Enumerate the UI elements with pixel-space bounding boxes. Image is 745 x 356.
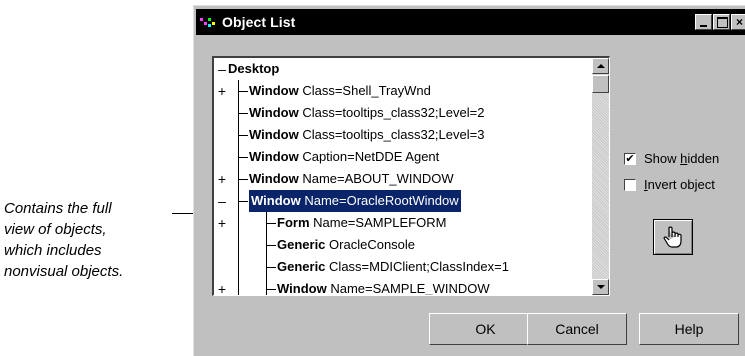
tree-scrollbar[interactable] [592, 58, 609, 295]
node-detail: Class=tooltips_class32;Level=3 [302, 127, 485, 142]
tree-connector [266, 245, 276, 246]
node-detail: Class=Shell_TrayWnd [302, 83, 431, 98]
tree-connector [238, 179, 248, 180]
tree-connector [238, 113, 248, 114]
invert-object-label: Invert object [644, 177, 715, 192]
node-type: Generic [277, 259, 326, 274]
object-tree[interactable]: – Desktop + Window Class=Shell_TrayWnd Win… [212, 56, 610, 296]
node-type: Form [277, 215, 310, 230]
expand-icon[interactable]: + [216, 80, 228, 102]
node-type: Window [249, 171, 299, 186]
label-part: idden [687, 151, 720, 166]
collapse-icon[interactable]: – [216, 190, 228, 212]
minimize-icon[interactable] [695, 14, 712, 30]
tree-node-label: Form Name=SAMPLEFORM [277, 212, 446, 234]
node-detail: Name=SAMPLE_WINDOW [330, 281, 490, 296]
tree-node-label: Window Class=tooltips_class32;Level=2 [249, 102, 484, 124]
node-type: Window [277, 281, 327, 296]
show-hidden-label: Show hidden [644, 151, 719, 166]
tree-node-label: Window Name=SAMPLE_WINDOW [277, 278, 490, 296]
help-button[interactable]: Help [639, 313, 739, 345]
node-type: Window [249, 149, 299, 164]
dialog-title: Object List [222, 14, 296, 30]
tree-node-label: Window Name=OracleRootWindow [248, 189, 462, 213]
node-detail: Name=OracleRootWindow [304, 193, 459, 208]
object-list-dialog: Object List × – Desktop + Window Class=Sh… [193, 5, 745, 356]
label-part: nvert object [647, 177, 715, 192]
show-hidden-option[interactable]: ✔ Show hidden [624, 151, 719, 166]
invert-object-checkbox[interactable] [624, 178, 636, 191]
scroll-thumb[interactable] [592, 75, 609, 93]
expand-icon[interactable]: + [216, 278, 228, 295]
close-icon[interactable]: × [731, 14, 745, 30]
node-type: Window [251, 193, 301, 208]
annotation-line: view of objects, [4, 221, 107, 238]
collapse-icon[interactable]: – [216, 58, 228, 80]
ok-button[interactable]: OK [429, 313, 542, 345]
node-type: Window [249, 83, 299, 98]
tree-connector [238, 135, 248, 136]
node-type: Generic [277, 237, 326, 252]
invert-object-option[interactable]: Invert object [624, 177, 715, 192]
tree-node-label: Window Class=Shell_TrayWnd [249, 80, 431, 102]
annotation-line: Contains the full [4, 200, 112, 217]
show-hidden-checkbox[interactable]: ✔ [624, 152, 636, 165]
tree-node-label: Window Caption=NetDDE Agent [249, 146, 439, 168]
expand-icon[interactable]: + [216, 168, 228, 190]
tree-connector [266, 289, 276, 290]
tree-connector [266, 267, 276, 268]
window-controls: × [694, 14, 745, 30]
tree-connector [266, 208, 267, 295]
annotation-callout: Contains the full view of objects, which… [4, 198, 179, 282]
cancel-button[interactable]: Cancel [527, 313, 627, 345]
hand-pointer-icon [663, 226, 682, 248]
tree-connector [238, 201, 248, 202]
maximize-icon[interactable] [713, 14, 730, 30]
node-detail: OracleConsole [329, 237, 416, 252]
scroll-up-icon[interactable] [592, 58, 609, 74]
object-list-icon [200, 16, 216, 28]
node-detail: Name=ABOUT_WINDOW [302, 171, 454, 186]
node-detail: Name=SAMPLEFORM [313, 215, 447, 230]
title-bar[interactable]: Object List × [196, 9, 745, 35]
node-detail: Caption=NetDDE Agent [302, 149, 440, 164]
tree-node-label: Generic OracleConsole [277, 234, 415, 256]
tree-node-label: Desktop [228, 61, 280, 76]
tree-connector [238, 157, 248, 158]
node-type: Window [249, 105, 299, 120]
annotation-line: which includes [4, 242, 102, 259]
pointer-select-button[interactable] [653, 219, 693, 255]
node-type: Window [249, 127, 299, 142]
annotation-line: nonvisual objects. [4, 263, 124, 280]
tree-node-label: Window Class=tooltips_class32;Level=3 [249, 124, 484, 146]
tree-node-label: Window Name=ABOUT_WINDOW [249, 168, 454, 190]
expand-icon[interactable]: + [216, 212, 228, 234]
tree-connector [238, 91, 248, 92]
label-part: Show [644, 151, 681, 166]
node-detail: Class=tooltips_class32;Level=2 [302, 105, 485, 120]
tree-node-desktop[interactable]: – Desktop [216, 58, 279, 80]
tree-connector [266, 223, 276, 224]
tree-node-label: Generic Class=MDIClient;ClassIndex=1 [277, 256, 509, 278]
node-detail: Class=MDIClient;ClassIndex=1 [329, 259, 509, 274]
scroll-down-icon[interactable] [592, 279, 609, 295]
